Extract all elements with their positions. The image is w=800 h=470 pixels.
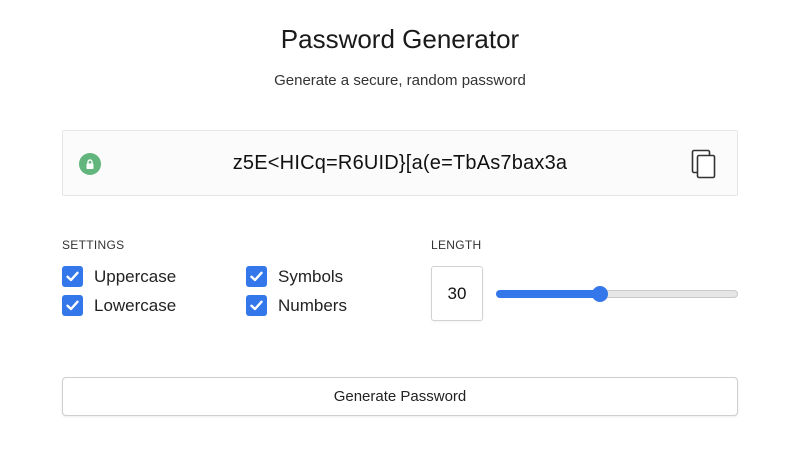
length-input[interactable]: 30 bbox=[431, 266, 483, 321]
length-slider[interactable] bbox=[496, 286, 738, 302]
numbers-label: Numbers bbox=[278, 295, 347, 315]
password-value: z5E<HICq=R6UID}[a(e=TbAs7bax3a bbox=[232, 152, 568, 174]
uppercase-option[interactable]: Uppercase bbox=[62, 266, 176, 287]
lowercase-option[interactable]: Lowercase bbox=[62, 295, 176, 316]
uppercase-checkbox[interactable] bbox=[62, 266, 83, 287]
symbols-checkbox[interactable] bbox=[246, 266, 267, 287]
symbols-option[interactable]: Symbols bbox=[246, 266, 343, 287]
page-subtitle: Generate a secure, random password bbox=[274, 72, 526, 89]
uppercase-label: Uppercase bbox=[94, 266, 177, 286]
copy-icon[interactable] bbox=[689, 148, 719, 180]
lowercase-label: Lowercase bbox=[94, 295, 177, 315]
password-display: z5E<HICq=R6UID}[a(e=TbAs7bax3a bbox=[62, 130, 738, 196]
settings-heading: SETTINGS bbox=[62, 238, 125, 252]
password-generator-page: Password Generator Generate a secure, ra… bbox=[0, 0, 800, 470]
numbers-option[interactable]: Numbers bbox=[246, 295, 347, 316]
lock-icon bbox=[79, 153, 101, 175]
numbers-checkbox[interactable] bbox=[246, 295, 267, 316]
slider-fill bbox=[496, 290, 601, 298]
symbols-label: Symbols bbox=[278, 266, 344, 286]
length-heading: LENGTH bbox=[431, 238, 482, 252]
slider-thumb[interactable] bbox=[592, 286, 609, 302]
lowercase-checkbox[interactable] bbox=[62, 295, 83, 316]
generate-password-button[interactable]: Generate Password bbox=[62, 377, 738, 416]
page-title: Password Generator bbox=[280, 24, 520, 54]
